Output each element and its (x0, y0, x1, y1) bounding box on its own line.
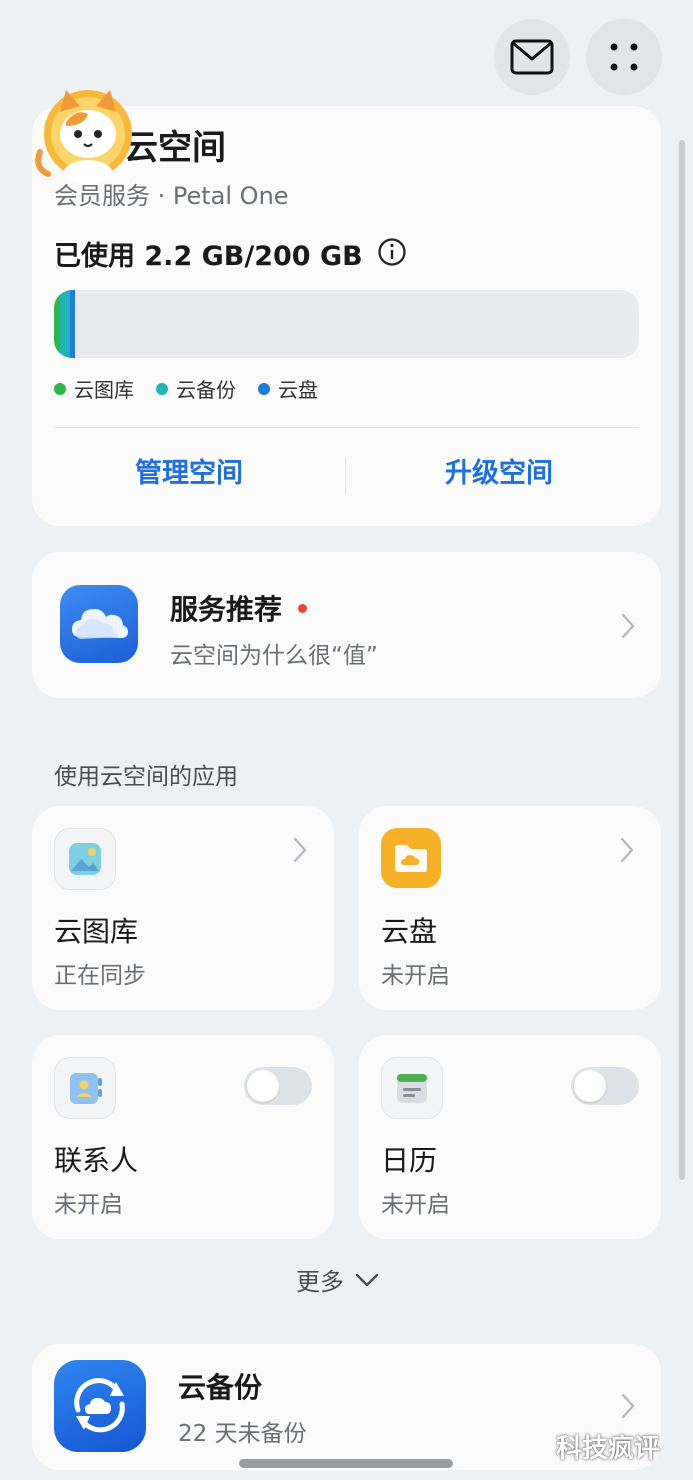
watermark-text: 科技疯评 (556, 1434, 661, 1464)
more-menu-button[interactable] (586, 19, 662, 95)
progress-drive-segment (70, 290, 75, 358)
more-label: 更多 (296, 1268, 344, 1296)
app-status: 正在同步 (54, 963, 146, 989)
scrollbar[interactable] (679, 140, 685, 1180)
app-name: 日历 (381, 1144, 438, 1177)
mail-button[interactable] (494, 19, 570, 95)
app-card-calendar: 日历 未开启 (359, 1035, 661, 1239)
recommend-title-row: 服务推荐 (170, 588, 308, 628)
app-name: 云图库 (54, 915, 139, 948)
dots-grid-icon (610, 43, 638, 71)
app-status: 未开启 (54, 1192, 123, 1218)
chevron-right-icon (621, 613, 635, 639)
calendar-icon (381, 1057, 443, 1119)
contacts-sync-toggle[interactable] (244, 1067, 312, 1105)
legend-gallery: 云图库 (54, 374, 134, 403)
divider (54, 427, 639, 428)
contacts-icon (54, 1057, 116, 1119)
chevron-down-icon (355, 1273, 379, 1286)
chevron-right-icon (293, 837, 307, 863)
more-apps-button[interactable]: 更多 (296, 1262, 380, 1297)
cloud-icon (60, 585, 138, 663)
service-recommend-card[interactable]: 服务推荐 云空间为什么很“值” (32, 552, 661, 698)
recommend-title: 服务推荐 (170, 593, 283, 626)
legend-drive: 云盘 (258, 374, 318, 403)
upgrade-space-button[interactable]: 升级空间 (364, 451, 634, 490)
cloud-backup-icon (54, 1360, 146, 1452)
app-card-contacts: 联系人 未开启 (32, 1035, 334, 1239)
storage-legend: 云图库 云备份 云盘 (54, 374, 340, 403)
gallery-icon (54, 828, 116, 890)
app-card-cloud-drive[interactable]: 云盘 未开启 (359, 806, 661, 1010)
new-badge-dot (298, 603, 308, 613)
home-indicator[interactable] (239, 1459, 453, 1468)
app-card-gallery[interactable]: 云图库 正在同步 (32, 806, 334, 1010)
manage-space-button[interactable]: 管理空间 (54, 451, 324, 490)
legend-backup: 云备份 (156, 374, 236, 403)
app-status: 未开启 (381, 1192, 450, 1218)
cloud-drive-icon (381, 828, 441, 888)
apps-section-heading: 使用云空间的应用 (54, 764, 238, 790)
button-separator (345, 458, 346, 494)
recommend-subtitle: 云空间为什么很“值” (170, 643, 378, 669)
app-name: 云盘 (381, 915, 438, 948)
backup-title: 云备份 (178, 1371, 263, 1404)
info-icon[interactable] (377, 237, 407, 271)
app-status: 未开启 (381, 963, 450, 989)
backup-status: 22 天未备份 (178, 1421, 307, 1447)
app-name: 联系人 (54, 1144, 139, 1177)
chevron-right-icon (620, 837, 634, 863)
envelope-icon (510, 39, 554, 75)
cat-sticker (32, 82, 142, 196)
calendar-sync-toggle[interactable] (571, 1067, 639, 1105)
storage-progress-bar (54, 290, 639, 358)
chevron-right-icon (621, 1393, 635, 1419)
usage-row: 已使用 2.2 GB/200 GB (54, 234, 407, 273)
usage-text: 已使用 2.2 GB/200 GB (54, 241, 363, 272)
progress-backup-segment (60, 290, 70, 358)
